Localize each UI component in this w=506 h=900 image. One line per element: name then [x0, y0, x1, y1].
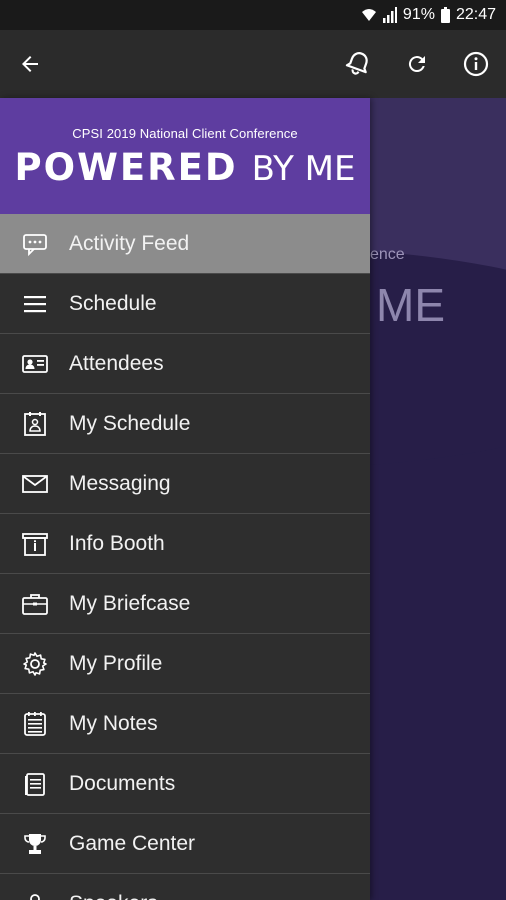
attendees-icon — [21, 350, 49, 378]
menu-item-label: Messaging — [69, 471, 171, 495]
app-bar — [0, 30, 506, 98]
conference-name: CPSI 2019 National Client Conference — [72, 126, 298, 141]
menu-item-label: Activity Feed — [69, 231, 190, 255]
envelope-icon — [21, 470, 49, 498]
refresh-icon — [405, 52, 429, 76]
activity-feed-icon — [21, 230, 49, 258]
menu-item-label: Schedule — [69, 291, 157, 315]
menu-item-my-briefcase[interactable]: My Briefcase — [0, 574, 370, 634]
menu-item-label: Attendees — [69, 351, 164, 375]
menu-item-attendees[interactable]: Attendees — [0, 334, 370, 394]
menu-item-my-schedule[interactable]: My Schedule — [0, 394, 370, 454]
background-subtitle: ence — [370, 246, 405, 263]
menu-item-label: My Profile — [69, 651, 163, 675]
trophy-icon — [21, 830, 49, 858]
menu-item-label: Game Center — [69, 831, 196, 855]
menu-item-messaging[interactable]: Messaging — [0, 454, 370, 514]
wifi-icon — [361, 7, 377, 23]
drawer-banner: CPSI 2019 National Client Conference POW… — [0, 98, 370, 214]
info-button[interactable] — [456, 44, 496, 84]
notifications-button[interactable] — [338, 44, 378, 84]
menu-item-my-notes[interactable]: My Notes — [0, 694, 370, 754]
headline-light: BY ME — [251, 149, 356, 189]
battery-icon — [440, 7, 450, 23]
bell-icon — [343, 49, 373, 79]
notes-icon — [21, 710, 49, 738]
menu-item-documents[interactable]: Documents — [0, 754, 370, 814]
menu-item-my-profile[interactable]: My Profile — [0, 634, 370, 694]
menu-item-schedule[interactable]: Schedule — [0, 274, 370, 334]
menu-item-info-booth[interactable]: Info Booth — [0, 514, 370, 574]
briefcase-icon — [21, 590, 49, 618]
menu-item-activity-feed[interactable]: Activity Feed — [0, 214, 370, 274]
info-booth-icon — [21, 530, 49, 558]
schedule-icon — [21, 290, 49, 318]
menu-item-label: My Schedule — [69, 411, 191, 435]
back-button[interactable] — [10, 44, 50, 84]
refresh-button[interactable] — [397, 44, 437, 84]
my-schedule-icon — [21, 410, 49, 438]
status-bar: 91% 22:47 — [0, 0, 506, 30]
battery-percent: 91% — [402, 6, 435, 23]
menu-item-label: My Notes — [69, 711, 158, 735]
headline-strong: POWERED — [14, 146, 238, 189]
menu-item-label: Info Booth — [69, 531, 165, 555]
menu-item-label: My Briefcase — [69, 591, 191, 615]
menu-item-label: Speakers — [69, 892, 158, 900]
documents-icon — [21, 770, 49, 798]
menu-item-speakers[interactable]: Speakers — [0, 874, 370, 900]
background-title: ME — [376, 279, 445, 331]
info-icon — [463, 51, 489, 77]
signal-icon — [382, 7, 397, 23]
clock: 22:47 — [455, 6, 496, 23]
menu-item-game-center[interactable]: Game Center — [0, 814, 370, 874]
navigation-drawer: CPSI 2019 National Client Conference POW… — [0, 98, 370, 900]
gear-icon — [21, 650, 49, 678]
speaker-icon — [21, 890, 49, 900]
drawer-menu: Activity Feed Schedule Attendees My Sche… — [0, 214, 370, 900]
arrow-left-icon — [18, 52, 42, 76]
banner-headline: POWERED BY ME — [0, 146, 370, 189]
menu-item-label: Documents — [69, 771, 176, 795]
